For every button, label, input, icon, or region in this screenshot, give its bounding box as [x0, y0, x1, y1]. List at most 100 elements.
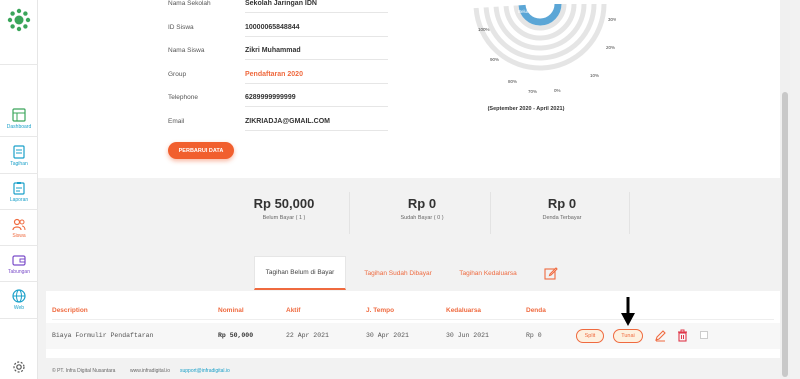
sidebar-item-web[interactable]: Web: [0, 282, 38, 318]
cell-nominal: Rp 50,000: [218, 332, 254, 339]
info-row-school: Nama Sekolah Sekolah Jaringan IDN: [168, 0, 388, 22]
update-data-button[interactable]: PERBARUI DATA: [168, 142, 234, 159]
table-row: Biaya Formulir Pendaftaran Rp 50,000 22 …: [46, 323, 780, 349]
sidebar-divider: [0, 318, 38, 319]
sidebar-item-label: Siswa: [12, 233, 26, 239]
summary-label: Belum Bayar ( 1 ): [262, 215, 306, 221]
sidebar-item-label: Web: [13, 305, 25, 311]
footer-email[interactable]: support@infradigital.io: [180, 368, 230, 374]
info-value: Zikri Muhammad: [245, 47, 301, 54]
info-value: Sekolah Jaringan IDN: [245, 0, 317, 7]
tab-unpaid[interactable]: Tagihan Belum di Bayar: [254, 256, 346, 290]
tab-paid[interactable]: Tagihan Sudah Dibayar: [350, 256, 446, 290]
cell-expiry-date: 30 Jun 2021: [446, 332, 489, 339]
info-value: ZIKRIADJA@GMAIL.COM: [245, 118, 330, 125]
sidebar-divider: [0, 136, 38, 137]
sidebar-item-label: Laporan: [9, 197, 29, 203]
summary-value: Rp 0: [547, 196, 577, 211]
column-header: Aktif: [286, 307, 301, 314]
info-key: Nama Siswa: [168, 47, 205, 54]
footer-website[interactable]: www.infradigital.io: [130, 368, 170, 374]
chart-tick-label: 10%: [590, 73, 599, 78]
globe-icon: [12, 289, 26, 303]
cell-fine: Rp 0: [526, 332, 542, 339]
edit-icon[interactable]: [544, 266, 558, 280]
summary-value: Rp 50,000: [253, 196, 315, 211]
info-row-telephone: Telephone 6289999999999: [168, 94, 388, 116]
sidebar-item-tabungan[interactable]: Tabungan: [0, 246, 38, 282]
sidebar-item-tagihan[interactable]: Tagihan: [0, 138, 38, 174]
chart-tick-label: 20%: [606, 45, 615, 50]
column-header: Nominal: [218, 307, 244, 314]
scrollbar-thumb[interactable]: [782, 92, 788, 377]
sidebar-item-label: Tabungan: [8, 269, 30, 275]
chart-caption: (September 2020 - April 2021): [487, 106, 565, 112]
info-value: 10000065848844: [245, 24, 300, 31]
summary-label: Denda Terbayar: [542, 215, 582, 221]
info-key: Group: [168, 71, 187, 78]
info-value: Pendaftaran 2020: [245, 71, 303, 78]
split-button[interactable]: Split: [576, 329, 604, 343]
payment-radial-chart: Belum Bayar 100% 90% 80% 70% 0% 10% 20% 30%: [473, 3, 616, 94]
summary-unpaid: Rp 50,000 Belum Bayar ( 1 ): [214, 196, 354, 238]
footer-copyright: © PT. Infra Digital Nusantara: [52, 368, 116, 374]
cash-button[interactable]: Tunai: [613, 329, 643, 343]
info-row-student-name: Nama Siswa Zikri Muhammad: [168, 47, 388, 69]
scrollbar[interactable]: [780, 0, 790, 379]
students-icon: [12, 218, 26, 231]
column-header: Denda: [526, 307, 546, 314]
summary-fine: Rp 0 Denda Terbayar: [492, 196, 632, 238]
divider: [629, 192, 630, 234]
billing-table: Description Nominal Aktif J. Tempo Kedal…: [46, 291, 780, 358]
logo-icon[interactable]: [7, 8, 31, 32]
chart-tick-label: 30%: [608, 17, 616, 22]
dashboard-icon: [12, 108, 26, 122]
divider: [245, 36, 388, 37]
info-key: ID Siswa: [168, 24, 194, 31]
divider: [245, 59, 388, 60]
divider: [245, 12, 388, 13]
info-value: 6289999999999: [245, 94, 296, 101]
chart-tick-label: 0%: [554, 88, 561, 93]
info-key: Nama Sekolah: [168, 0, 211, 7]
report-icon: [13, 182, 25, 195]
tab-expired[interactable]: Tagihan Kedaluarsa: [450, 256, 526, 290]
sidebar: Dashboard Tagihan Laporan Siswa Tabungan…: [0, 0, 38, 379]
sidebar-item-dashboard[interactable]: Dashboard: [0, 101, 38, 137]
divider: [490, 192, 491, 234]
edit-icon[interactable]: [654, 329, 667, 342]
arrow-down-icon: [621, 297, 635, 326]
divider: [349, 192, 350, 234]
row-checkbox[interactable]: [700, 331, 708, 339]
sidebar-item-siswa[interactable]: Siswa: [0, 210, 38, 246]
summary-paid: Rp 0 Sudah Bayar ( 0 ): [352, 196, 492, 238]
chart-tick-label: 80%: [508, 79, 517, 84]
chart-tick-label: 100%: [478, 27, 490, 32]
invoice-icon: [13, 145, 25, 159]
sidebar-item-laporan[interactable]: Laporan: [0, 174, 38, 210]
info-row-student-id: ID Siswa 10000065848844: [168, 24, 388, 46]
summary-value: Rp 0: [407, 196, 437, 211]
gear-icon[interactable]: [12, 360, 26, 374]
info-key: Telephone: [168, 94, 198, 101]
trash-icon[interactable]: [676, 329, 689, 342]
sidebar-item-label: Tagihan: [10, 161, 28, 167]
info-row-email: Email ZIKRIADJA@GMAIL.COM: [168, 118, 388, 140]
info-row-group: Group Pendaftaran 2020: [168, 71, 388, 93]
cell-description: Biaya Formulir Pendaftaran: [52, 332, 154, 339]
chart-tick-label: 90%: [490, 57, 499, 62]
main-content: Nama Sekolah Sekolah Jaringan IDN ID Sis…: [38, 0, 790, 379]
billing-tabs: Tagihan Belum di Bayar Tagihan Sudah Dib…: [254, 256, 580, 290]
cell-active-date: 22 Apr 2021: [286, 332, 329, 339]
summary-label: Sudah Bayar ( 0 ): [400, 215, 444, 221]
divider: [245, 130, 388, 131]
profile-card: Nama Sekolah Sekolah Jaringan IDN ID Sis…: [38, 0, 790, 178]
divider: [245, 83, 388, 84]
divider: [52, 319, 774, 320]
chart-series-label: Belum Bayar: [518, 9, 544, 14]
sidebar-item-label: Dashboard: [6, 124, 32, 130]
divider: [245, 106, 388, 107]
cell-due-date: 30 Apr 2021: [366, 332, 409, 339]
column-header: Description: [52, 307, 88, 314]
info-key: Email: [168, 118, 185, 125]
